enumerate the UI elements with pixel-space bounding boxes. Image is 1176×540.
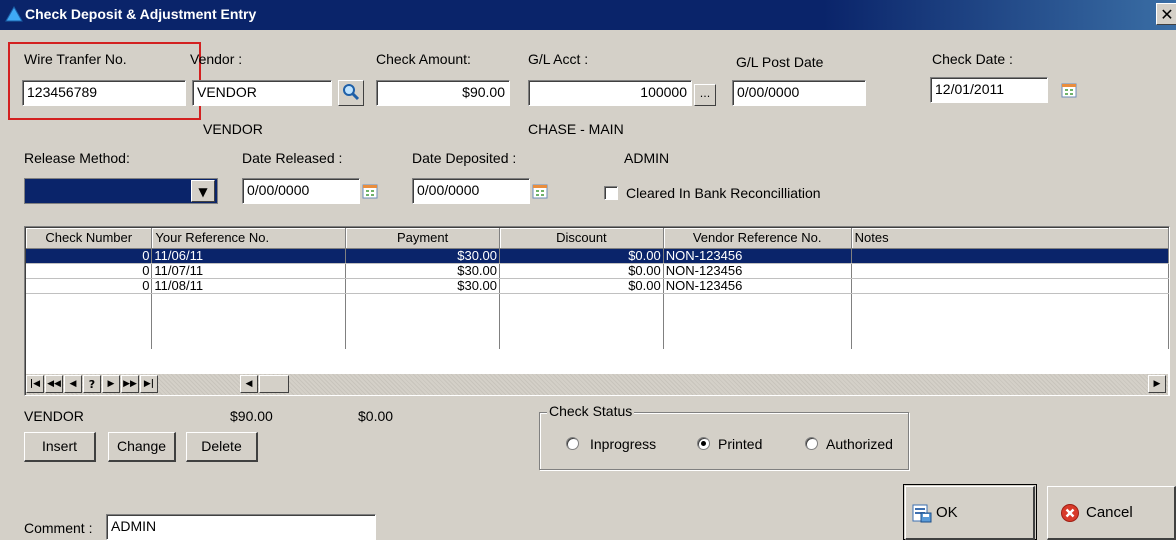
grid-navigator: |◀ ◀◀ ◀ ? ▶ ▶▶ ▶| ◀ ▶ (26, 374, 1168, 395)
gl-acct-name-text: CHASE - MAIN (528, 121, 624, 137)
change-button[interactable]: Change (108, 432, 176, 462)
date-released-calendar-icon[interactable] (362, 183, 378, 199)
cell-notes (851, 263, 1169, 279)
vendor-input[interactable]: VENDOR (192, 80, 332, 106)
cell-reference: 11/06/11 (151, 248, 347, 264)
col-payment[interactable]: Payment (345, 228, 500, 249)
cell-check-number: 0 (26, 248, 153, 264)
ok-button[interactable]: OK (905, 486, 1035, 540)
insert-button[interactable]: Insert (24, 432, 96, 462)
cell-payment: $30.00 (345, 278, 500, 294)
ok-save-icon (912, 504, 932, 523)
col-vendor-ref[interactable]: Vendor Reference No. (663, 228, 852, 249)
cell-reference: 11/08/11 (151, 278, 347, 294)
delete-button[interactable]: Delete (186, 432, 258, 462)
cell-vendor-ref: NON-123456 (663, 248, 852, 264)
title-bar: Check Deposit & Adjustment Entry ✕ (0, 0, 1176, 30)
vendor-label: Vendor : (190, 51, 243, 67)
nav-next-icon[interactable]: ▶ (102, 375, 120, 393)
cell-vendor-ref: NON-123456 (663, 278, 852, 294)
hscroll-thumb[interactable] (259, 375, 289, 393)
nav-prev-icon[interactable]: ◀ (64, 375, 82, 393)
date-deposited-label: Date Deposited : (412, 150, 517, 166)
cell-check-number: 0 (26, 278, 153, 294)
cell-vendor-ref: NON-123456 (663, 263, 852, 279)
cancel-label: Cancel (1086, 504, 1133, 521)
table-row[interactable]: 0 11/08/11 $30.00 $0.00 NON-123456 (26, 278, 1169, 294)
nav-first-icon[interactable]: |◀ (26, 375, 44, 393)
gl-acct-label: G/L Acct : (528, 51, 589, 67)
totals-vendor: VENDOR (24, 408, 84, 424)
radio-printed-label[interactable]: Printed (718, 436, 762, 452)
cell-payment: $30.00 (345, 248, 500, 264)
cleared-checkbox[interactable] (604, 186, 618, 200)
cancel-x-icon (1061, 504, 1079, 522)
date-deposited-calendar-icon[interactable] (532, 183, 548, 199)
radio-authorized[interactable] (805, 437, 818, 450)
table-row-empty (26, 293, 1169, 349)
magnifier-icon (343, 84, 360, 101)
col-check-number[interactable]: Check Number (26, 228, 153, 249)
cell-discount: $0.00 (499, 248, 664, 264)
cell-payment: $30.00 (345, 263, 500, 279)
radio-inprogress-label[interactable]: Inprogress (590, 436, 656, 452)
nav-last-icon[interactable]: ▶| (140, 375, 158, 393)
checks-grid: Check Number Your Reference No. Payment … (24, 226, 1170, 396)
totals-payment: $90.00 (230, 408, 273, 424)
close-button[interactable]: ✕ (1156, 3, 1176, 25)
release-method-label: Release Method: (24, 150, 130, 166)
hscroll-left-icon[interactable]: ◀ (240, 375, 258, 393)
cell-reference: 11/07/11 (151, 263, 347, 279)
totals-discount: $0.00 (358, 408, 394, 424)
app-triangle-icon (5, 6, 23, 22)
col-discount[interactable]: Discount (499, 228, 664, 249)
hscroll-right-icon[interactable]: ▶ (1148, 375, 1166, 393)
comment-label: Comment : (24, 520, 93, 536)
release-method-select[interactable]: ▼ (24, 178, 218, 204)
radio-inprogress[interactable] (566, 437, 579, 450)
cell-check-number: 0 (26, 263, 153, 279)
wire-transfer-input[interactable]: 123456789 (22, 80, 186, 106)
cleared-label: Cleared In Bank Reconcilliation (626, 185, 821, 201)
date-released-input[interactable]: 0/00/0000 (242, 178, 360, 204)
nav-prev-page-icon[interactable]: ◀◀ (45, 375, 63, 393)
table-row[interactable]: 0 11/07/11 $30.00 $0.00 NON-123456 (26, 263, 1169, 279)
gl-post-date-label: G/L Post Date (736, 54, 824, 70)
check-status-legend: Check Status (547, 403, 635, 419)
check-amount-input[interactable]: $90.00 (376, 80, 510, 106)
check-amount-label: Check Amount: (376, 51, 471, 67)
comment-input[interactable]: ADMIN (106, 514, 376, 540)
dropdown-arrow-icon[interactable]: ▼ (191, 180, 215, 202)
wire-transfer-label: Wire Tranfer No. (24, 51, 127, 67)
cell-discount: $0.00 (499, 278, 664, 294)
vendor-lookup-button[interactable] (338, 80, 364, 106)
cell-discount: $0.00 (499, 263, 664, 279)
col-reference[interactable]: Your Reference No. (151, 228, 347, 249)
cell-notes (851, 248, 1169, 264)
date-deposited-input[interactable]: 0/00/0000 (412, 178, 530, 204)
gl-post-date-input[interactable]: 0/00/0000 (732, 80, 866, 106)
check-date-calendar-icon[interactable] (1061, 82, 1077, 98)
cell-notes (851, 278, 1169, 294)
vendor-name-text: VENDOR (203, 121, 263, 137)
table-row[interactable]: 0 11/06/11 $30.00 $0.00 NON-123456 (26, 248, 1169, 264)
ok-label: OK (936, 504, 958, 521)
cancel-button[interactable]: Cancel (1047, 486, 1176, 540)
radio-authorized-label[interactable]: Authorized (826, 436, 893, 452)
nav-next-page-icon[interactable]: ▶▶ (121, 375, 139, 393)
radio-printed[interactable] (697, 437, 710, 450)
window-title: Check Deposit & Adjustment Entry (25, 6, 257, 22)
gl-acct-browse-button[interactable]: ... (694, 84, 716, 106)
check-date-input[interactable]: 12/01/2011 (930, 77, 1048, 103)
date-released-label: Date Released : (242, 150, 343, 166)
gl-acct-input[interactable]: 100000 (528, 80, 692, 106)
col-notes[interactable]: Notes (851, 228, 1169, 249)
admin-text: ADMIN (624, 150, 670, 166)
check-date-label: Check Date : (932, 51, 1013, 67)
nav-help-icon[interactable]: ? (83, 375, 101, 393)
checks-table: Check Number Your Reference No. Payment … (26, 228, 1169, 349)
